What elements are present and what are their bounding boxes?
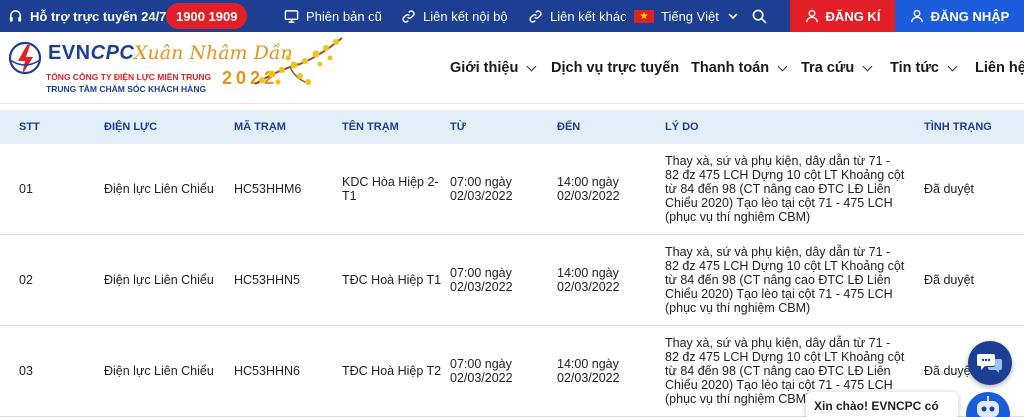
nav-thanh-toan-label: Thanh toán: [691, 60, 770, 76]
brand-name: EVNCPC: [48, 42, 134, 65]
cell-tu: 07:00 ngày 02/03/2022: [450, 266, 513, 294]
brand-cpc: CPC: [90, 42, 135, 64]
cell-tinh-trang: Đã duyệt: [924, 273, 975, 287]
hotline-label: Hỗ trợ trực tuyến 24/7:: [8, 0, 171, 32]
nav-dich-vu-truc-tuyen[interactable]: Dịch vụ trực tuyến: [551, 32, 679, 104]
language-label: Tiếng Việt: [661, 8, 719, 24]
cell-dien-luc: Điện lực Liên Chiểu: [104, 364, 214, 378]
chevron-down-icon: [728, 13, 738, 20]
cell-tinh-trang: Đã duyệt: [924, 182, 975, 196]
hotline-label-text: Hỗ trợ trực tuyến 24/7:: [30, 8, 171, 24]
col-ly-do: LÝ DO: [665, 121, 699, 133]
search-icon: [752, 9, 767, 24]
old-version-label: Phiên bản cũ: [306, 8, 382, 24]
nav-tra-cuu-label: Tra cứu: [801, 60, 855, 76]
cell-ten-tram: KDC Hòa Hiệp 2-T1: [342, 175, 439, 203]
cell-ma-tram: HC53HHN5: [234, 273, 300, 287]
nav-lien-he-label: Liên hệ: [975, 60, 1024, 76]
col-tu: TỪ: [450, 121, 466, 133]
nav-tra-cuu[interactable]: Tra cứu: [801, 32, 873, 104]
col-ten-tram: TÊN TRẠM: [342, 121, 399, 133]
headset-icon: [9, 9, 22, 22]
chat-button[interactable]: [968, 341, 1012, 385]
cell-ten-tram: TĐC Hoà Hiệp T1: [342, 273, 442, 287]
col-den: ĐẾN: [557, 121, 581, 133]
cell-ly-do: Thay xà, sứ và phụ kiện, dây dẫn từ 71 -…: [665, 245, 905, 315]
user-icon: [910, 9, 923, 23]
cell-stt: 03: [19, 364, 33, 378]
cell-tu: 07:00 ngày 02/03/2022: [450, 175, 513, 203]
cell-ma-tram: HC53HHN6: [234, 364, 300, 378]
register-label: ĐĂNG KÍ: [825, 8, 881, 24]
col-dien-luc: ĐIỆN LỰC: [104, 121, 158, 133]
cell-den: 14:00 ngày 02/03/2022: [557, 357, 620, 385]
nav-tin-tuc[interactable]: Tin tức: [890, 32, 958, 104]
nav-tin-tuc-label: Tin tức: [890, 60, 939, 76]
chevron-down-icon: [947, 61, 958, 71]
chatbot-avatar[interactable]: [966, 392, 1010, 417]
col-stt: STT: [19, 121, 40, 133]
register-button[interactable]: ĐĂNG KÍ: [790, 0, 895, 32]
cell-tu: 07:00 ngày 02/03/2022: [450, 357, 513, 385]
chevron-down-icon: [862, 61, 873, 71]
search-button[interactable]: [752, 0, 767, 32]
chat-greeting-popup[interactable]: Xin chào! EVNCPC có: [806, 392, 958, 417]
cell-dien-luc: Điện lực Liên Chiểu: [104, 273, 214, 287]
monitor-icon: [284, 9, 299, 23]
chat-greeting-text: Xin chào! EVNCPC có: [814, 399, 939, 413]
vietnam-flag-icon: ★: [634, 9, 654, 23]
cell-ten-tram: TĐC Hoà Hiệp T2: [342, 364, 442, 378]
table-row: 01 Điện lực Liên Chiểu HC53HHM6 KDC Hòa …: [0, 144, 1024, 235]
site-header: EVNCPC TỔNG CÔNG TY ĐIỆN LỰC MIỀN TRUNG …: [0, 32, 1024, 104]
external-links-label: Liên kết khác: [550, 8, 627, 24]
cell-den: 14:00 ngày 02/03/2022: [557, 175, 620, 203]
internal-links-link[interactable]: Liên kết nội bộ: [401, 0, 508, 32]
cell-den: 14:00 ngày 02/03/2022: [557, 266, 620, 294]
col-tinh-trang: TÌNH TRẠNG: [924, 121, 992, 133]
language-selector[interactable]: ★ Tiếng Việt: [634, 0, 738, 32]
link-icon: [402, 9, 415, 23]
cell-ly-do: Thay xà, sứ và phụ kiện, dây dẫn từ 71 -…: [665, 154, 905, 224]
brand-evn: EVN: [48, 42, 91, 64]
evn-logo-icon[interactable]: [6, 40, 44, 90]
table-row: 02 Điện lực Liên Chiểu HC53HHN5 TĐC Hoà …: [0, 235, 1024, 326]
cell-dien-luc: Điện lực Liên Chiểu: [104, 182, 214, 196]
nav-gioi-thieu[interactable]: Giới thiệu: [450, 32, 537, 104]
old-version-link[interactable]: Phiên bản cũ: [284, 0, 382, 32]
user-icon: [805, 9, 818, 23]
table-header: STT ĐIỆN LỰC MÃ TRẠM TÊN TRẠM TỪ ĐẾN LÝ …: [0, 110, 1024, 144]
login-button[interactable]: ĐĂNG NHẬP: [895, 0, 1024, 32]
nav-lien-he[interactable]: Liên hệ: [975, 32, 1024, 104]
external-links-link[interactable]: Liên kết khác: [528, 0, 627, 32]
link-icon: [529, 9, 542, 23]
top-bar: Hỗ trợ trực tuyến 24/7: 1900 1909 Phiên …: [0, 0, 1024, 32]
nav-dich-vu-label: Dịch vụ trực tuyến: [551, 60, 680, 76]
nav-thanh-toan[interactable]: Thanh toán: [691, 32, 788, 104]
hotline-number[interactable]: 1900 1909: [166, 3, 248, 29]
col-ma-tram: MÃ TRẠM: [234, 121, 286, 133]
org-unit: TRUNG TÂM CHĂM SÓC KHÁCH HÀNG: [46, 84, 207, 94]
chevron-down-icon: [526, 61, 537, 71]
org-name: TỔNG CÔNG TY ĐIỆN LỰC MIỀN TRUNG: [46, 72, 212, 82]
chatbot-icon: [977, 396, 999, 417]
chat-icon: [977, 354, 1002, 373]
internal-links-label: Liên kết nội bộ: [423, 8, 508, 24]
cell-stt: 01: [19, 182, 33, 196]
apricot-blossom-icon: [254, 37, 343, 85]
cell-stt: 02: [19, 273, 33, 287]
chevron-down-icon: [777, 61, 788, 71]
cell-ma-tram: HC53HHM6: [234, 182, 302, 196]
login-label: ĐĂNG NHẬP: [930, 8, 1010, 24]
nav-gioi-thieu-label: Giới thiệu: [450, 60, 519, 76]
